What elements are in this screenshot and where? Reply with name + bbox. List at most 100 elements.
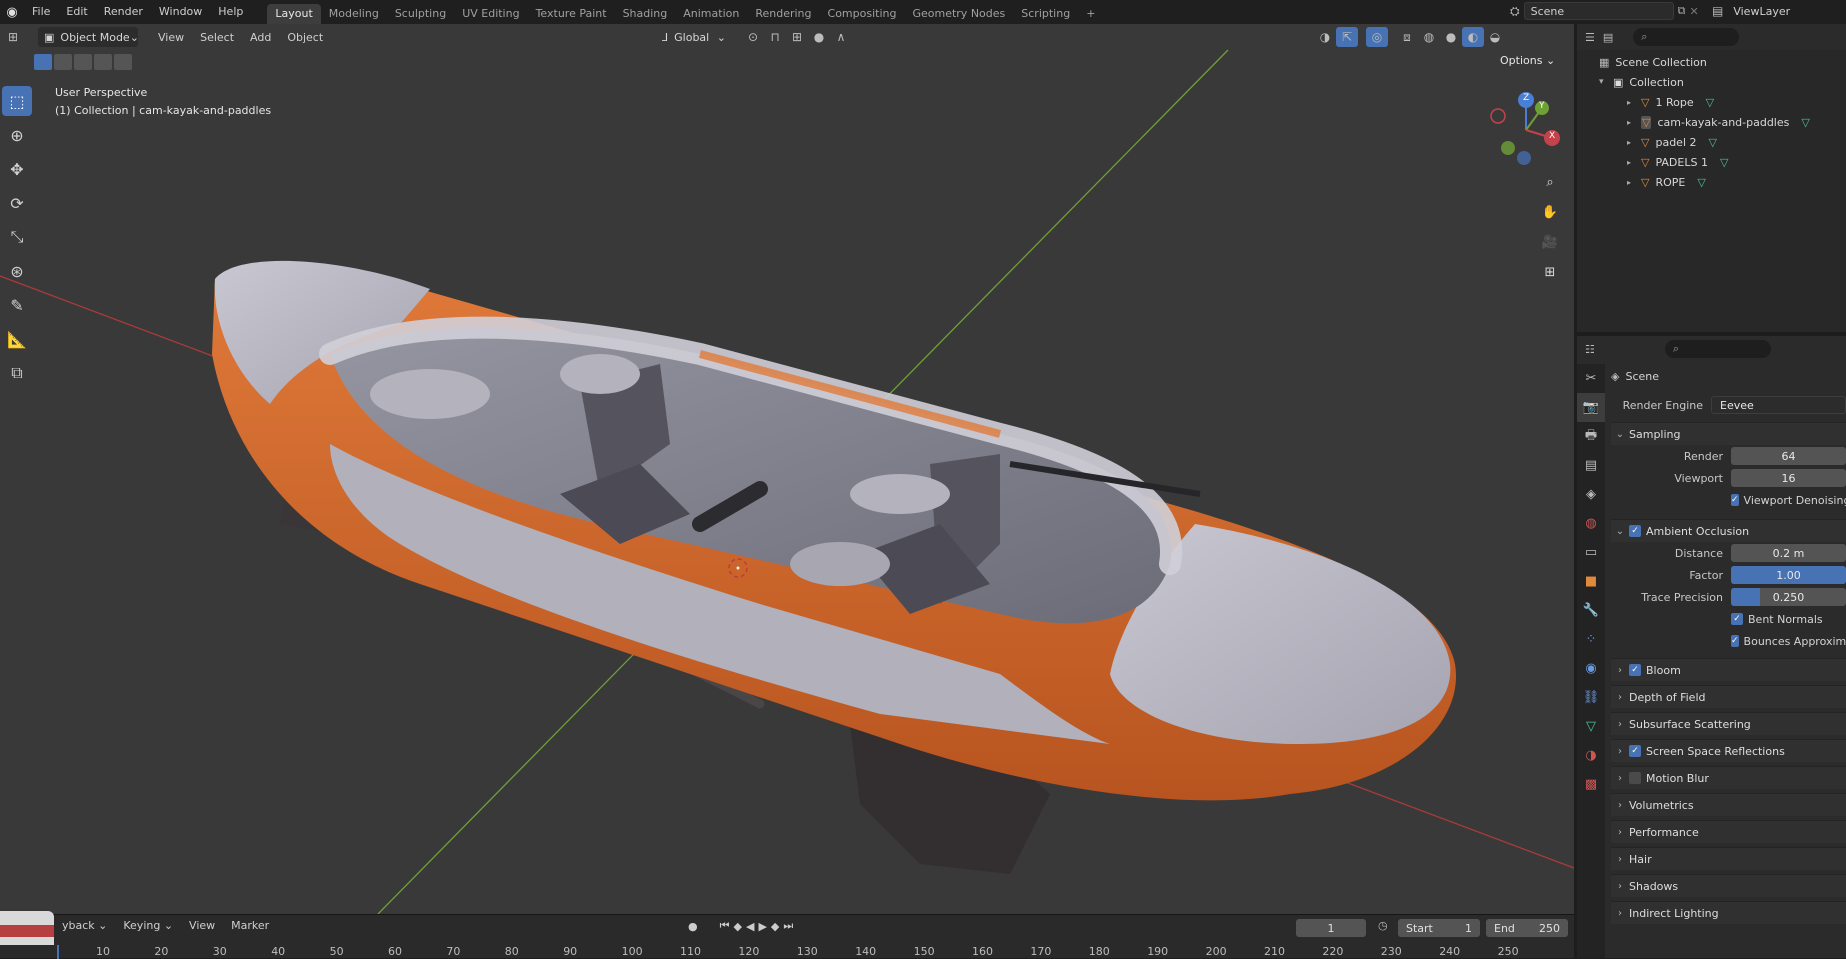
checkbox-checked-icon[interactable]: ✓ [1629, 664, 1641, 676]
annotate-tool-icon[interactable]: ✎ [2, 290, 32, 320]
move-tool-icon[interactable]: ✥ [2, 154, 32, 184]
menu-window[interactable]: Window [151, 0, 210, 24]
tab-rendering[interactable]: Rendering [747, 4, 819, 24]
panel-depth-of-field[interactable]: › Depth of Field [1611, 685, 1846, 708]
data-tab-icon[interactable]: ▽ [1577, 712, 1605, 741]
constraints-tab-icon[interactable]: ⛓ [1577, 683, 1605, 712]
physics-tab-icon[interactable]: ◉ [1577, 654, 1605, 683]
checkbox-unchecked-icon[interactable] [1629, 772, 1641, 784]
panel-sampling[interactable]: ⌄ Sampling [1611, 422, 1846, 445]
tab-texture-paint[interactable]: Texture Paint [528, 4, 615, 24]
menu-edit[interactable]: Edit [58, 0, 95, 24]
ao-trace-slider[interactable]: 0.250 [1731, 588, 1846, 606]
orientation-dropdown[interactable]: ⅃ Global ⌄ [656, 27, 732, 47]
menu-select[interactable]: Select [192, 31, 242, 44]
panel-performance[interactable]: › Performance [1611, 820, 1846, 843]
close-scene-icon[interactable]: ✕ [1689, 5, 1698, 18]
select-box-icon[interactable]: ⬚ [2, 86, 32, 116]
transform-tool-icon[interactable]: ⊛ [2, 256, 32, 286]
outliner-item-padel-2[interactable]: ▸ ▽ padel 2 ▽ [1577, 132, 1846, 152]
select-invert-icon[interactable] [94, 54, 112, 70]
modifier-tab-icon[interactable]: 🔧 [1577, 596, 1605, 625]
options-dropdown[interactable]: Options ⌄ [1500, 54, 1555, 67]
panel-shadows[interactable]: › Shadows [1611, 874, 1846, 897]
snap-icon[interactable]: ⊓ [764, 27, 786, 47]
pivot-icon[interactable]: ⊙ [742, 27, 764, 47]
menu-view[interactable]: View [150, 31, 192, 44]
cursor-tool-icon[interactable]: ⊕ [2, 120, 32, 150]
viewport-denoising-row[interactable]: ✓ Viewport Denoising [1611, 489, 1846, 511]
outliner-collection[interactable]: ▾ ▣ Collection [1577, 72, 1846, 92]
playhead[interactable] [57, 945, 59, 959]
material-shading-icon[interactable]: ◐ [1462, 27, 1484, 47]
rendered-shading-icon[interactable]: ◒ [1484, 27, 1506, 47]
checkbox-checked-icon[interactable]: ✓ [1629, 745, 1641, 757]
outliner-item-1-rope[interactable]: ▸ ▽ 1 Rope ▽ [1577, 92, 1846, 112]
tab-shading[interactable]: Shading [615, 4, 676, 24]
tab-layout[interactable]: Layout [267, 4, 321, 24]
properties-editor-icon[interactable]: ☷ [1585, 343, 1595, 356]
overlay-icon[interactable]: ◎ [1366, 27, 1388, 47]
pan-hand-icon[interactable]: ✋ [1537, 199, 1563, 225]
outliner-scene-collection[interactable]: ▦ Scene Collection [1577, 52, 1846, 72]
outliner-item-cam-kayak[interactable]: ▸ ▽ cam-kayak-and-paddles ▽ [1577, 112, 1846, 132]
display-mode-icon[interactable]: ▤ [1603, 31, 1613, 44]
panel-subsurface-scattering[interactable]: › Subsurface Scattering [1611, 712, 1846, 735]
viewlayer-field[interactable]: ViewLayer [1727, 2, 1846, 20]
navigation-gizmo[interactable]: Z Y X [1486, 90, 1566, 170]
panel-bloom[interactable]: › ✓ Bloom [1611, 658, 1846, 681]
menu-file[interactable]: File [24, 0, 58, 24]
viewlayer-icon[interactable]: ▤ [1712, 4, 1723, 18]
ao-bounces-row[interactable]: ✓ Bounces Approximat [1611, 630, 1846, 652]
proportional-edit-icon[interactable]: ● [808, 27, 830, 47]
tab-sculpting[interactable]: Sculpting [387, 4, 454, 24]
properties-search-input[interactable]: ⌕ [1664, 340, 1771, 358]
falloff-icon[interactable]: ∧ [830, 27, 852, 47]
add-workspace-icon[interactable]: + [1078, 4, 1103, 24]
3d-viewport[interactable]: ⊞ ▣ Object Mode ⌄ View Select Add Object… [0, 24, 1574, 914]
texture-tab-icon[interactable]: ▩ [1577, 770, 1605, 799]
panel-motion-blur[interactable]: › Motion Blur [1611, 766, 1846, 789]
select-new-icon[interactable] [34, 54, 52, 70]
tab-geometry-nodes[interactable]: Geometry Nodes [904, 4, 1013, 24]
outliner-search-input[interactable]: ⌕ [1633, 28, 1740, 46]
render-engine-dropdown[interactable]: Eevee [1711, 396, 1846, 414]
gizmo-icon[interactable]: ⇱ [1336, 27, 1358, 47]
render-tab-icon[interactable]: 📷 [1577, 393, 1605, 422]
ao-distance-field[interactable]: 0.2 m [1731, 544, 1846, 562]
scene-tab-icon[interactable]: ◈ [1577, 480, 1605, 509]
zoom-icon[interactable]: ⌕ [1537, 169, 1563, 195]
tab-scripting[interactable]: Scripting [1013, 4, 1078, 24]
measure-tool-icon[interactable]: 📐 [2, 324, 32, 354]
solid-shading-icon[interactable]: ● [1440, 27, 1462, 47]
checkbox-checked-icon[interactable]: ✓ [1731, 635, 1739, 647]
collection-tab-icon[interactable]: ▭ [1577, 538, 1605, 567]
tab-compositing[interactable]: Compositing [820, 4, 905, 24]
ao-bent-normals-row[interactable]: ✓ Bent Normals [1611, 608, 1846, 630]
timeline[interactable]: yback ⌄ Keying ⌄ View Marker ● ⏮ ◆ ◀ ▶ ◆… [0, 911, 1574, 959]
tab-uv-editing[interactable]: UV Editing [454, 4, 527, 24]
scene-icon[interactable]: ⛭ [1510, 4, 1520, 19]
select-extend-icon[interactable] [54, 54, 72, 70]
menu-object[interactable]: Object [279, 31, 331, 44]
outliner-editor-icon[interactable]: ☰ [1585, 31, 1595, 44]
tab-modeling[interactable]: Modeling [321, 4, 387, 24]
panel-hair[interactable]: › Hair [1611, 847, 1846, 870]
rotate-tool-icon[interactable]: ⟳ [2, 188, 32, 218]
blender-logo-icon[interactable]: ◉ [0, 5, 24, 20]
panel-ambient-occlusion[interactable]: ⌄ ✓ Ambient Occlusion [1611, 519, 1846, 542]
wireframe-shading-icon[interactable]: ◍ [1418, 27, 1440, 47]
camera-view-icon[interactable]: 🎥 [1537, 229, 1563, 255]
view-layer-tab-icon[interactable]: ▤ [1577, 451, 1605, 480]
scale-tool-icon[interactable]: ⤡ [2, 222, 32, 252]
scene-field[interactable]: Scene [1523, 2, 1674, 20]
checkbox-checked-icon[interactable]: ✓ [1629, 525, 1641, 537]
object-tab-icon[interactable]: ■ [1577, 567, 1605, 596]
new-scene-icon[interactable]: ⧉ [1678, 4, 1686, 18]
panel-indirect-lighting[interactable]: › Indirect Lighting [1611, 901, 1846, 924]
outliner-item-padels-1[interactable]: ▸ ▽ PADELS 1 ▽ [1577, 152, 1846, 172]
ao-factor-slider[interactable]: 1.00 [1731, 566, 1846, 584]
sampling-render-field[interactable]: 64 [1731, 447, 1846, 465]
tab-animation[interactable]: Animation [675, 4, 747, 24]
menu-add[interactable]: Add [242, 31, 279, 44]
